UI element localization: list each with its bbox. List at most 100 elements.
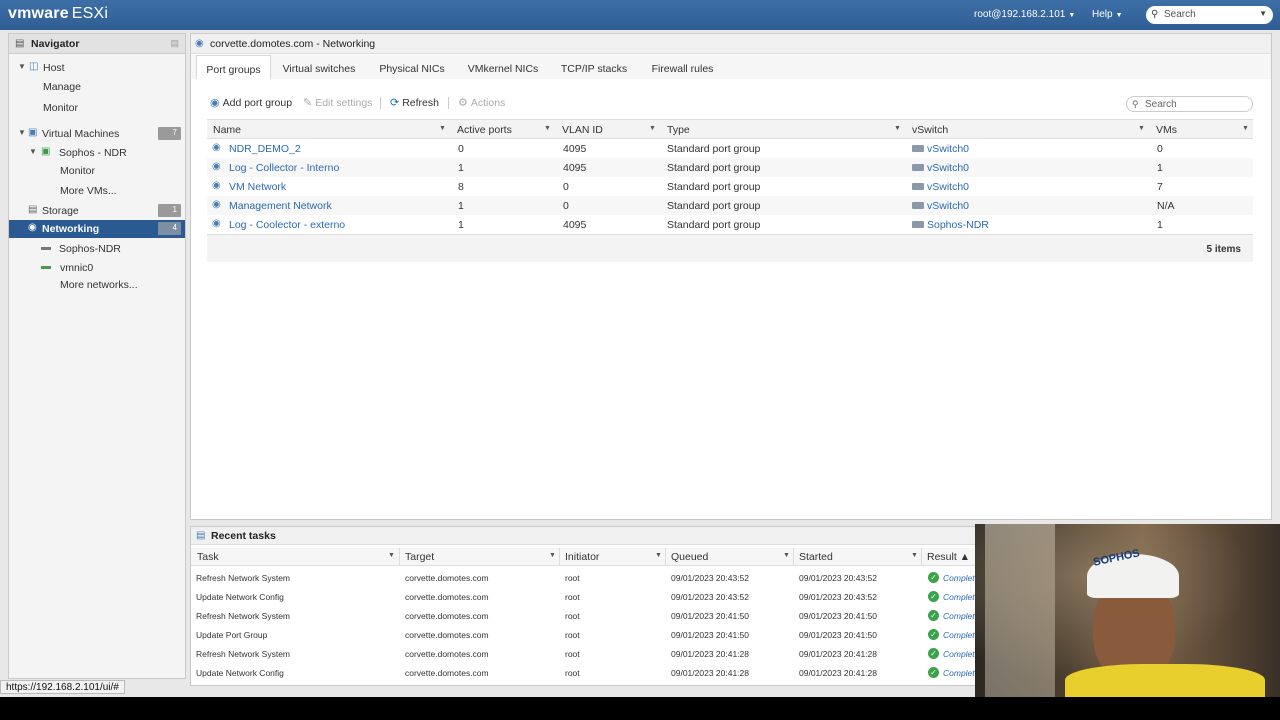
edit-settings-button[interactable]: ✎ Edit settings xyxy=(303,96,372,109)
nav-item-sophos-switch[interactable]: ▬ Sophos-NDR xyxy=(9,240,185,258)
vm-powered-on-icon: ▣ xyxy=(41,146,51,157)
tab-port-groups[interactable]: Port groups xyxy=(196,55,271,79)
table-row[interactable]: ◉ Log - Collector - Interno 1 4095 Stand… xyxy=(207,158,1253,177)
chevron-down-icon[interactable]: ▼ xyxy=(1259,9,1267,18)
count-badge: 4 xyxy=(158,222,181,235)
tab-vmkernel-nics[interactable]: VMkernel NICs xyxy=(463,55,543,79)
vmware-esxi-logo[interactable]: vmware ESXi xyxy=(8,5,108,23)
global-search-input[interactable]: ⚲ Search ▼ xyxy=(1146,6,1273,24)
table-row[interactable]: ◉ NDR_DEMO_2 0 4095 Standard port group … xyxy=(207,139,1253,158)
user-menu[interactable]: root@192.168.2.101 ▼ xyxy=(974,9,1075,20)
actions-button[interactable]: ⚙ Actions xyxy=(458,96,505,109)
tab-tcpip-stacks[interactable]: TCP/IP stacks xyxy=(556,55,632,79)
col-header-queued[interactable]: Queued xyxy=(671,551,708,563)
col-header-started[interactable]: Started xyxy=(799,551,833,563)
count-badge: 7 xyxy=(158,127,181,140)
help-menu[interactable]: Help ▼ xyxy=(1092,9,1123,20)
switch-icon: ▬ xyxy=(41,242,51,253)
success-check-icon: ✓ xyxy=(928,610,939,621)
cell-type: Standard port group xyxy=(667,181,761,193)
cell-queued: 09/01/2023 20:43:52 xyxy=(671,573,749,583)
port-group-name-link[interactable]: VM Network xyxy=(229,181,286,193)
port-group-name-link[interactable]: Log - Coolector - externo xyxy=(229,219,345,231)
port-group-icon: ◉ xyxy=(212,180,221,191)
port-group-name-link[interactable]: NDR_DEMO_2 xyxy=(229,143,301,155)
col-header-result[interactable]: Result ▲ xyxy=(927,551,970,563)
column-divider xyxy=(921,548,922,566)
tab-firewall-rules[interactable]: Firewall rules xyxy=(646,55,719,79)
global-search-placeholder: Search xyxy=(1164,9,1196,20)
tab-virtual-switches[interactable]: Virtual switches xyxy=(277,55,361,79)
col-header-vswitch[interactable]: vSwitch xyxy=(912,124,948,136)
refresh-button[interactable]: ⟳ Refresh xyxy=(390,96,439,109)
nav-item-vm-monitor[interactable]: Monitor xyxy=(9,162,185,180)
cell-initiator: root xyxy=(565,573,580,583)
col-header-name[interactable]: Name xyxy=(213,124,241,136)
nav-item-networking[interactable]: ◉ Networking 4 xyxy=(9,220,185,238)
cell-result: Complete xyxy=(943,611,980,621)
tab-physical-nics[interactable]: Physical NICs xyxy=(374,55,450,79)
cell-vlan-id: 4095 xyxy=(563,219,587,231)
chevron-down-icon[interactable]: ▼ xyxy=(388,552,395,559)
nav-item-host[interactable]: ▼ ◫ Host xyxy=(9,59,185,77)
vswitch-link[interactable]: vSwitch0 xyxy=(927,143,969,155)
cell-vlan-id: 0 xyxy=(563,200,569,212)
vswitch-link[interactable]: vSwitch0 xyxy=(927,162,969,174)
table-row[interactable]: ◉ VM Network 8 0 Standard port group vSw… xyxy=(207,177,1253,196)
nav-item-label: Manage xyxy=(43,81,81,93)
grid-search-input[interactable]: ⚲ Search xyxy=(1126,96,1253,112)
col-header-active-ports[interactable]: Active ports xyxy=(457,124,512,136)
col-header-initiator[interactable]: Initiator xyxy=(565,551,599,563)
nav-item-more-vms[interactable]: More VMs... xyxy=(9,182,185,200)
chevron-down-icon[interactable]: ▼ xyxy=(1138,125,1145,132)
cell-started: 09/01/2023 20:41:50 xyxy=(799,611,877,621)
add-port-group-label: Add port group xyxy=(222,97,293,109)
nav-item-storage[interactable]: ▤ Storage 1 xyxy=(9,202,185,220)
success-check-icon: ✓ xyxy=(928,629,939,640)
chevron-down-icon[interactable]: ▼ xyxy=(544,125,551,132)
chevron-down-icon[interactable]: ▼ xyxy=(439,125,446,132)
success-check-icon: ✓ xyxy=(928,572,939,583)
nav-item-manage[interactable]: Manage xyxy=(9,78,185,96)
pencil-icon: ✎ xyxy=(303,97,313,109)
chevron-down-icon[interactable]: ▼ xyxy=(911,552,918,559)
table-row[interactable]: ◉ Management Network 1 0 Standard port g… xyxy=(207,196,1253,215)
col-header-vms[interactable]: VMs xyxy=(1156,124,1177,136)
expand-arrow-icon[interactable]: ▼ xyxy=(29,147,37,156)
vswitch-link[interactable]: Sophos-NDR xyxy=(927,219,989,231)
col-header-vlan-id[interactable]: VLAN ID xyxy=(562,124,603,136)
chevron-down-icon[interactable]: ▼ xyxy=(894,125,901,132)
port-group-name-link[interactable]: Management Network xyxy=(229,200,332,212)
chevron-down-icon[interactable]: ▼ xyxy=(655,552,662,559)
col-header-task[interactable]: Task xyxy=(197,551,219,563)
col-header-target[interactable]: Target xyxy=(405,551,434,563)
expand-arrow-icon[interactable]: ▼ xyxy=(18,62,26,71)
cell-queued: 09/01/2023 20:43:52 xyxy=(671,592,749,602)
cell-started: 09/01/2023 20:43:52 xyxy=(799,592,877,602)
success-check-icon: ✓ xyxy=(928,667,939,678)
col-header-type[interactable]: Type xyxy=(667,124,690,136)
nav-item-monitor[interactable]: Monitor xyxy=(9,99,185,117)
help-label: Help xyxy=(1092,9,1113,20)
cell-type: Standard port group xyxy=(667,143,761,155)
nav-item-sophos-vm[interactable]: ▼ ▣ Sophos - NDR xyxy=(9,144,185,162)
cell-target: corvette.domotes.com xyxy=(405,649,489,659)
nav-item-virtual-machines[interactable]: ▼ ▣ Virtual Machines 7 xyxy=(9,125,185,143)
cell-initiator: root xyxy=(565,630,580,640)
search-icon: ⚲ xyxy=(1132,99,1139,109)
expand-arrow-icon[interactable]: ▼ xyxy=(18,128,26,137)
table-row[interactable]: ◉ Log - Coolector - externo 1 4095 Stand… xyxy=(207,215,1253,234)
port-group-name-link[interactable]: Log - Collector - Interno xyxy=(229,162,339,174)
chevron-down-icon[interactable]: ▼ xyxy=(549,552,556,559)
refresh-label: Refresh xyxy=(402,97,439,109)
navigator-title: Navigator xyxy=(31,38,80,50)
chevron-down-icon[interactable]: ▼ xyxy=(649,125,656,132)
nav-item-more-networks[interactable]: More networks... xyxy=(9,276,185,294)
collapse-icon[interactable]: ▤ xyxy=(170,38,179,49)
vswitch-link[interactable]: vSwitch0 xyxy=(927,181,969,193)
vswitch-link[interactable]: vSwitch0 xyxy=(927,200,969,212)
nav-item-vmnic0[interactable]: ▬ vmnic0 xyxy=(9,259,185,277)
add-port-group-button[interactable]: ◉ Add port group xyxy=(210,96,292,109)
chevron-down-icon[interactable]: ▼ xyxy=(783,552,790,559)
chevron-down-icon[interactable]: ▼ xyxy=(1242,125,1249,132)
